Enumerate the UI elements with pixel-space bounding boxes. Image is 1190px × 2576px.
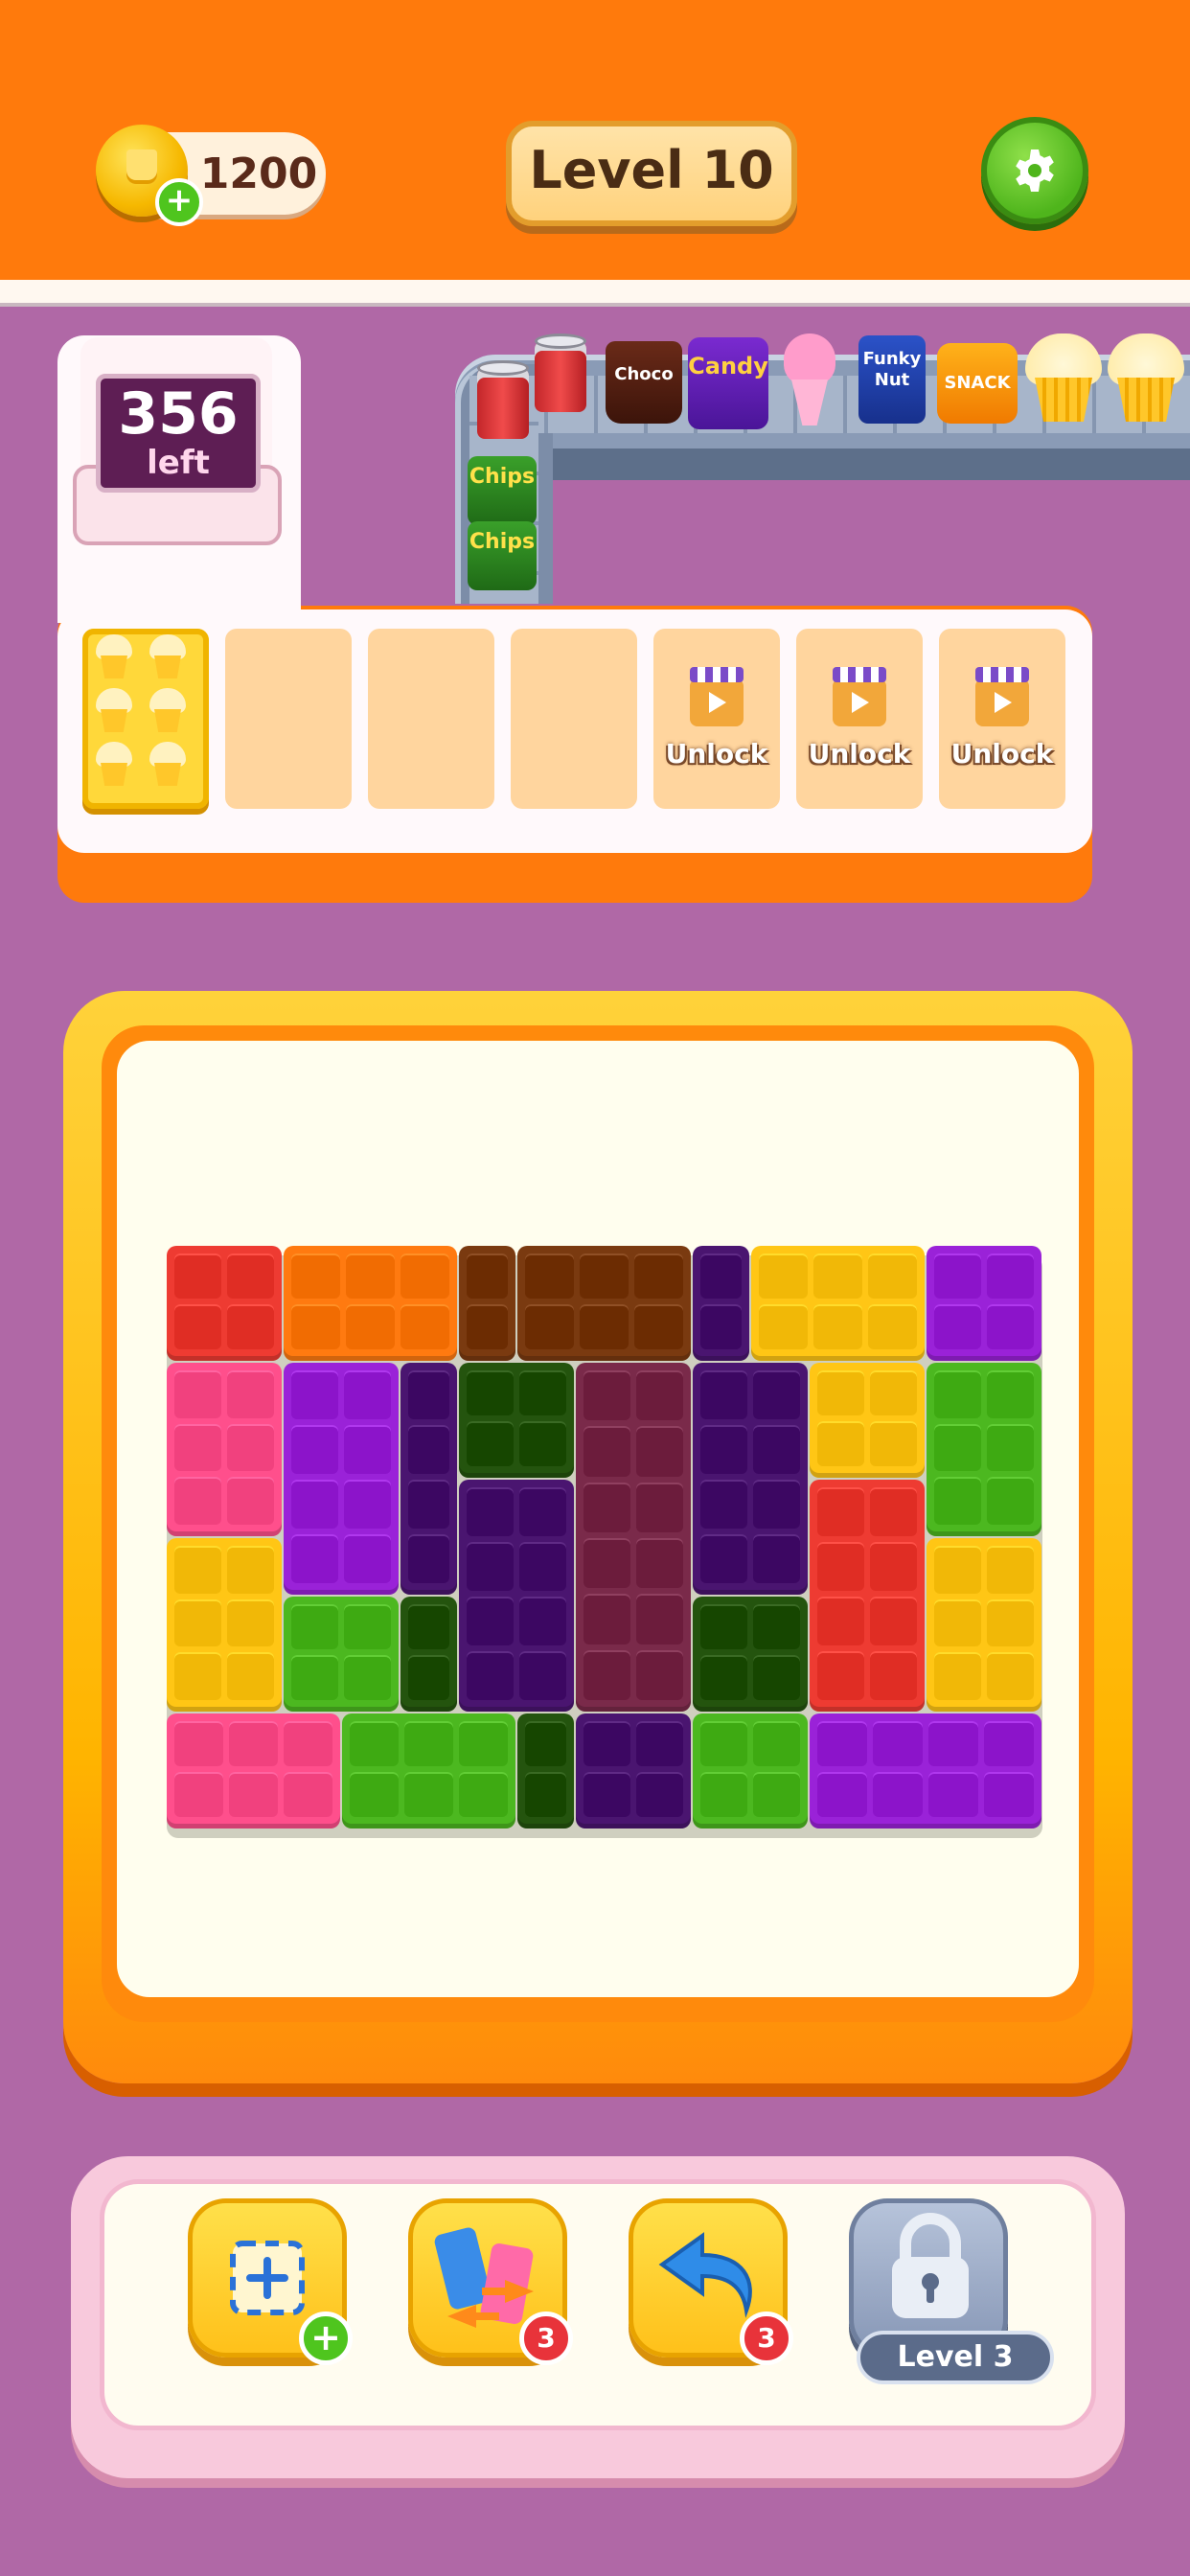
puzzle-block[interactable]: [693, 1246, 749, 1361]
snack-label: SNACK: [944, 373, 1011, 393]
header-divider: [0, 280, 1190, 307]
puzzle-block[interactable]: [459, 1363, 574, 1478]
funky-nut-label: Funky Nut: [862, 349, 922, 390]
puzzle-block[interactable]: [167, 1363, 282, 1536]
unlock-label: Unlock: [950, 738, 1054, 770]
remaining-count: 356: [118, 380, 239, 448]
storage-slot-empty[interactable]: [511, 629, 637, 809]
puzzle-block[interactable]: [693, 1597, 808, 1712]
video-ad-icon: [690, 667, 744, 726]
locked-level-label: Level 3: [857, 2331, 1054, 2384]
puzzle-block[interactable]: [810, 1363, 925, 1478]
add-booster-icon[interactable]: +: [299, 2312, 353, 2365]
funky-nut-snack: Funky Nut: [858, 335, 926, 424]
puzzle-block[interactable]: [167, 1538, 282, 1712]
puzzle-block[interactable]: [810, 1714, 1041, 1828]
puzzle-block[interactable]: [167, 1714, 340, 1828]
puzzle-block[interactable]: [284, 1246, 457, 1361]
puzzle-block[interactable]: [284, 1597, 399, 1712]
storage-slot-filled[interactable]: [82, 629, 209, 809]
puzzle-block[interactable]: [576, 1714, 691, 1828]
puzzle-block[interactable]: [693, 1363, 808, 1595]
chips-bag-snack: Chips: [468, 456, 537, 525]
puzzle-block[interactable]: [810, 1480, 925, 1712]
snack-bag: SNACK: [937, 343, 1018, 424]
choco-bag-snack: Choco: [606, 341, 682, 424]
puzzle-block[interactable]: [459, 1246, 515, 1361]
candy-label: Candy: [688, 353, 768, 380]
undo-count-badge: 3: [740, 2312, 793, 2365]
cupcake-snack: [1108, 334, 1184, 426]
video-ad-icon: [833, 667, 886, 726]
chips-label: Chips: [469, 530, 536, 554]
puzzle-block[interactable]: [400, 1363, 457, 1595]
settings-button[interactable]: [981, 117, 1088, 224]
cupcake-snack: [1025, 334, 1102, 426]
puzzle-block[interactable]: [459, 1480, 574, 1712]
puzzle-block[interactable]: [927, 1538, 1041, 1712]
storage-slot-locked[interactable]: Unlock: [939, 629, 1065, 809]
chips-bag-snack: Chips: [468, 521, 537, 590]
storage-slot-empty[interactable]: [225, 629, 352, 809]
level-title: Level 10: [529, 140, 774, 200]
candy-bag-snack: Candy: [688, 337, 768, 429]
unlock-label: Unlock: [665, 738, 768, 770]
puzzle-block[interactable]: [517, 1246, 691, 1361]
puzzle-block[interactable]: [927, 1363, 1041, 1536]
puzzle-block[interactable]: [751, 1246, 925, 1361]
storage-slot-locked[interactable]: Unlock: [796, 629, 923, 809]
storage-slot-empty[interactable]: [368, 629, 494, 809]
video-ad-icon: [975, 667, 1029, 726]
gear-icon: [1016, 150, 1054, 192]
puzzle-block[interactable]: [927, 1246, 1041, 1361]
add-slot-icon: [230, 2241, 305, 2315]
ice-cream-snack: [778, 334, 841, 429]
shuffle-count-badge: 3: [519, 2312, 573, 2365]
chips-label: Chips: [469, 465, 536, 489]
puzzle-block[interactable]: [167, 1246, 282, 1361]
puzzle-block[interactable]: [400, 1597, 457, 1712]
puzzle-block[interactable]: [284, 1363, 399, 1595]
remaining-label: left: [147, 444, 210, 482]
unlock-label: Unlock: [808, 738, 911, 770]
block-grid: [167, 1246, 1042, 1828]
coin-balance: 1200: [199, 150, 318, 198]
padlock-icon: [892, 2213, 969, 2318]
storage-slot-locked[interactable]: Unlock: [653, 629, 780, 809]
choco-label: Choco: [614, 364, 674, 384]
remaining-counter: 356 left: [96, 374, 261, 493]
soda-can-snack: [477, 360, 529, 439]
soda-can-snack: [535, 334, 586, 412]
puzzle-block[interactable]: [342, 1714, 515, 1828]
puzzle-block[interactable]: [576, 1363, 691, 1712]
puzzle-block[interactable]: [517, 1714, 574, 1828]
puzzle-block[interactable]: [693, 1714, 808, 1828]
